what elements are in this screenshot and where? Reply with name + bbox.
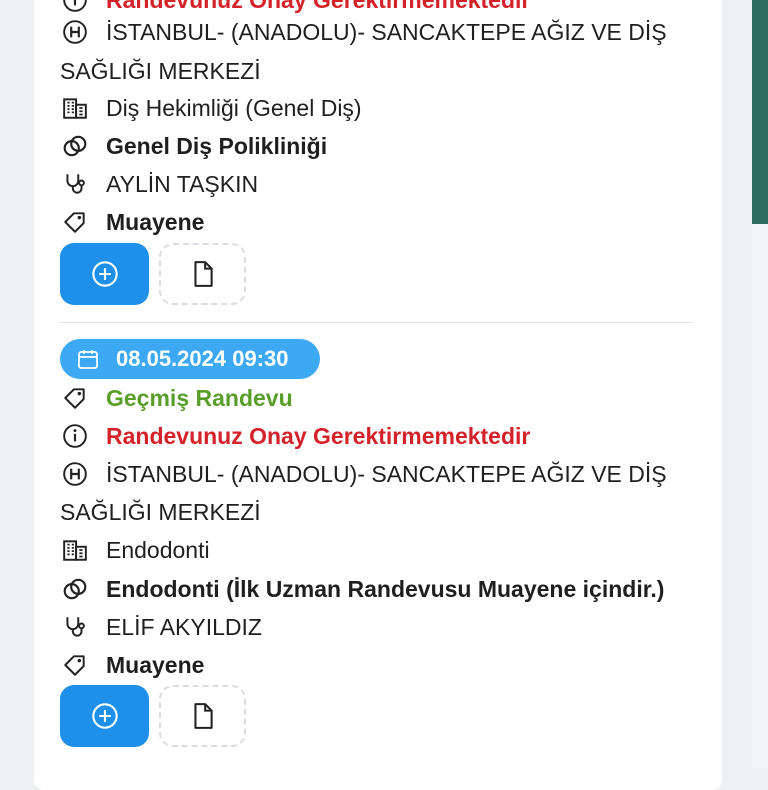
- appointment-2-status: Randevunuz Onay Gerektirmemektedir: [60, 423, 530, 449]
- appointment-1-clinic: Diş Hekimliği (Genel Diş): [60, 95, 362, 121]
- hospital-icon: [60, 461, 90, 487]
- stethoscope-icon: [60, 614, 90, 640]
- building-icon: [60, 537, 90, 563]
- calendar-icon: [76, 347, 100, 371]
- scrollbar-thumb[interactable]: [752, 0, 768, 224]
- add-button[interactable]: [60, 243, 149, 305]
- document-icon: [190, 260, 216, 288]
- clinic-name: Endodonti: [106, 537, 210, 563]
- status-note: Randevunuz Onay Gerektirmemektedir: [106, 0, 531, 13]
- appointment-1-hospital: İSTANBUL- (ANADOLU)- SANCAKTEPE AĞIZ VE …: [60, 19, 667, 45]
- hospital-name-line2: SAĞLIĞI MERKEZİ: [60, 58, 261, 84]
- appointment-1-section: Genel Diş Polikliniği: [60, 133, 327, 159]
- appointment-type: Muayene: [106, 209, 205, 235]
- add-button[interactable]: [60, 685, 149, 747]
- appointment-2-hospital: İSTANBUL- (ANADOLU)- SANCAKTEPE AĞIZ VE …: [60, 461, 667, 487]
- document-icon: [190, 702, 216, 730]
- doctor-name: ELİF AKYILDIZ: [106, 614, 262, 640]
- appointment-2-clinic: Endodonti: [60, 537, 210, 563]
- document-button[interactable]: [159, 243, 246, 305]
- tag-icon: [60, 209, 90, 235]
- hospital-name: İSTANBUL- (ANADOLU)- SANCAKTEPE AĞIZ VE …: [106, 461, 667, 487]
- section-name: Endodonti (İlk Uzman Randevusu Muayene i…: [106, 576, 665, 602]
- appointment-2-section: Endodonti (İlk Uzman Randevusu Muayene i…: [60, 576, 664, 602]
- appointment-2-doctor: ELİF AKYILDIZ: [60, 614, 262, 640]
- appointment-date: 08.05.2024 09:30: [60, 339, 320, 379]
- scrollbar[interactable]: [752, 0, 768, 768]
- hospital-icon: [60, 19, 90, 45]
- section-icon: [60, 133, 90, 159]
- appointment-2-type: Muayene: [60, 652, 204, 678]
- hospital-name-line2: SAĞLIĞI MERKEZİ: [60, 499, 261, 525]
- info-icon: [60, 0, 90, 13]
- tag-icon: [60, 385, 90, 411]
- status-note: Randevunuz Onay Gerektirmemektedir: [106, 423, 531, 449]
- add-circle-icon: [91, 260, 119, 288]
- appointment-1-status: Randevunuz Onay Gerektirmemektedir: [60, 0, 530, 13]
- section-icon: [60, 576, 90, 602]
- info-icon: [60, 423, 90, 449]
- doctor-name: AYLİN TAŞKIN: [106, 171, 259, 197]
- past-appointment-tag: Geçmiş Randevu: [106, 385, 293, 411]
- clinic-name: Diş Hekimliği (Genel Diş): [106, 95, 362, 121]
- appointment-2-tag: Geçmiş Randevu: [60, 385, 293, 411]
- document-button[interactable]: [159, 685, 246, 747]
- appointment-1-doctor: AYLİN TAŞKIN: [60, 171, 258, 197]
- appointment-type: Muayene: [106, 652, 205, 678]
- divider: [60, 322, 692, 323]
- add-circle-icon: [91, 702, 119, 730]
- hospital-name: İSTANBUL- (ANADOLU)- SANCAKTEPE AĞIZ VE …: [106, 19, 667, 45]
- tag-icon: [60, 652, 90, 678]
- section-name: Genel Diş Polikliniği: [106, 133, 328, 159]
- building-icon: [60, 95, 90, 121]
- appointment-1-type: Muayene: [60, 209, 204, 235]
- appointment-date-text: 08.05.2024 09:30: [116, 346, 289, 371]
- stethoscope-icon: [60, 171, 90, 197]
